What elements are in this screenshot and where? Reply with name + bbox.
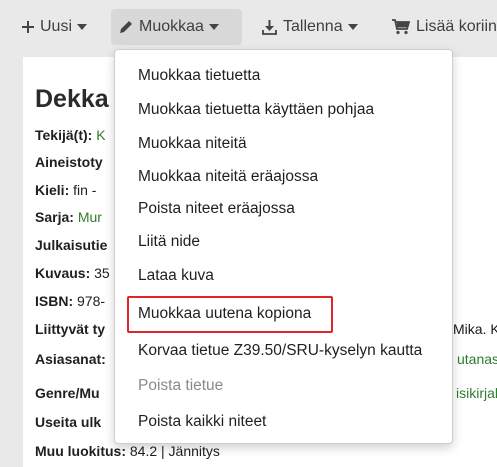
pencil-icon xyxy=(119,20,133,34)
field-label: Tekijä(t): xyxy=(35,127,93,143)
record-row-isbn: ISBN: 978- xyxy=(35,293,105,309)
field-value: fin - xyxy=(73,182,97,198)
field-label: Kuvaus: xyxy=(35,265,91,281)
record-row-language: Kieli: fin - xyxy=(35,182,96,198)
edit-button-label: Muokkaa xyxy=(139,18,204,35)
menu-item-edit-record[interactable]: Muokkaa tietuetta xyxy=(138,67,260,85)
new-button-label: Uusi xyxy=(40,18,73,35)
add-to-cart-label: Lisää koriin xyxy=(416,18,497,35)
record-row-publication: Julkaisutie xyxy=(35,237,107,253)
download-icon xyxy=(262,19,277,35)
genre-link[interactable]: isikirjal xyxy=(456,385,497,401)
record-row-subjects: Asiasanat: xyxy=(35,351,106,367)
save-button[interactable]: Tallenna xyxy=(254,9,366,45)
menu-item-edit-items[interactable]: Muokkaa niteitä xyxy=(138,135,247,153)
caret-down-icon xyxy=(347,24,358,30)
record-row-genre: Genre/Mu xyxy=(35,385,100,401)
field-value: 35 xyxy=(94,265,110,281)
edit-dropdown-menu: Muokkaa tietuetta Muokkaa tietuetta käyt… xyxy=(114,49,453,444)
menu-item-delete-record: Poista tietue xyxy=(138,377,224,394)
menu-item-upload-image[interactable]: Lataa kuva xyxy=(138,267,214,285)
edit-button[interactable]: Muokkaa xyxy=(111,9,242,45)
toolbar: Uusi Muokkaa Tallenna Lisää koriin xyxy=(0,0,497,54)
menu-item-batch-delete-items[interactable]: Poista niteet eräajossa xyxy=(138,200,295,218)
menu-item-replace-via-z3950[interactable]: Korvaa tietue Z39.50/SRU-kyselyn kautta xyxy=(138,342,422,360)
field-value: 978- xyxy=(77,293,106,309)
menu-item-delete-all-items[interactable]: Poista kaikki niteet xyxy=(138,413,266,431)
author-link[interactable]: K xyxy=(96,127,105,143)
record-row-authors: Tekijä(t): K xyxy=(35,127,106,143)
new-button[interactable]: Uusi xyxy=(14,9,95,45)
menu-item-attach-item[interactable]: Liitä nide xyxy=(138,233,200,251)
record-row-series: Sarja: Mur xyxy=(35,209,102,225)
add-to-cart-button[interactable]: Lisää koriin xyxy=(384,9,497,45)
series-link[interactable]: Mur xyxy=(78,209,102,225)
field-label: Kieli: xyxy=(35,182,70,198)
save-button-label: Tallenna xyxy=(283,18,343,35)
field-label: Aineistoty xyxy=(35,154,103,170)
caret-down-icon xyxy=(208,24,219,30)
field-label: Sarja: xyxy=(35,209,74,225)
field-label: ISBN: xyxy=(35,293,74,309)
field-label: Asiasanat: xyxy=(35,351,106,367)
record-row-other-authors: Useita ulk xyxy=(35,414,101,430)
record-row-description: Kuvaus: 35 xyxy=(35,265,110,281)
menu-item-edit-record-with-template[interactable]: Muokkaa tietuetta käyttäen pohjaa xyxy=(138,101,374,119)
field-label: Useita ulk xyxy=(35,414,102,430)
field-label: Genre/Mu xyxy=(35,385,100,401)
subjects-link[interactable]: utanas xyxy=(457,351,497,367)
field-label: Julkaisutie xyxy=(35,237,108,253)
menu-item-edit-as-new-copy[interactable]: Muokkaa uutena kopiona xyxy=(138,305,311,323)
plus-icon xyxy=(22,21,34,33)
menu-item-batch-edit-items[interactable]: Muokkaa niteitä eräajossa xyxy=(138,168,318,186)
caret-down-icon xyxy=(77,24,88,30)
record-row-related-works: Liittyvät ty xyxy=(35,321,105,337)
record-title: Dekka xyxy=(35,85,109,113)
field-label: Liittyvät ty xyxy=(35,321,106,337)
cart-icon xyxy=(392,19,410,35)
related-works-value: Mika. Kı xyxy=(453,321,497,337)
record-row-material-type: Aineistoty xyxy=(35,154,103,170)
